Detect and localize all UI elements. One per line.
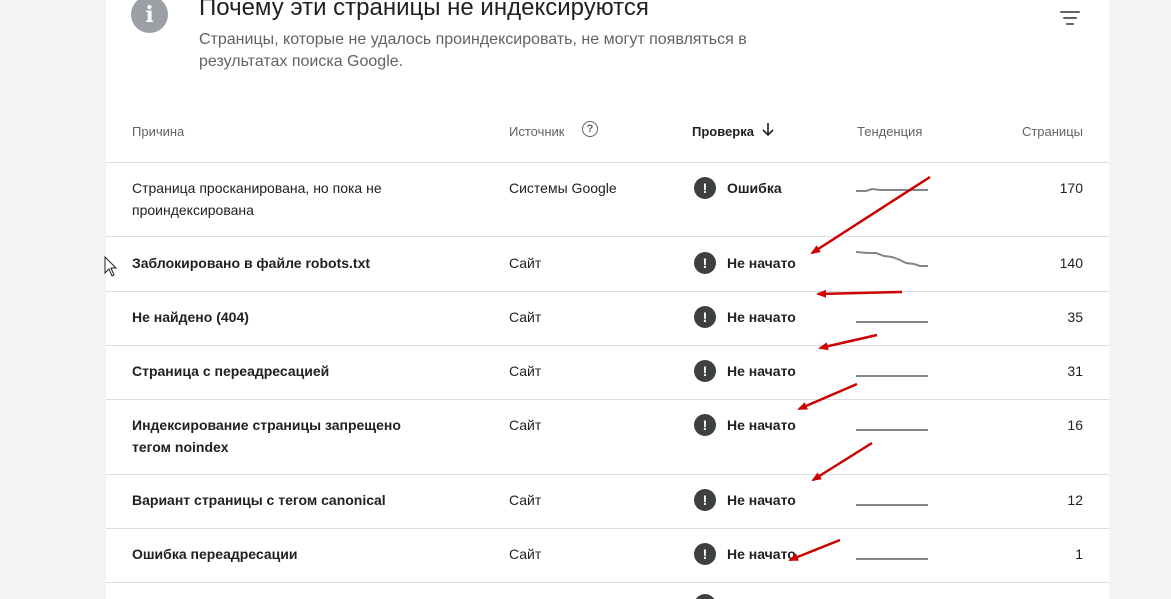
status-text: Не начато [727,492,796,508]
pages-count: 16 [1067,417,1083,433]
alert-icon: ! [694,543,716,565]
mouse-cursor-icon [104,256,118,277]
reason-text: Страница просканирована, но пока не прои… [132,180,382,218]
status-text: Не начато [727,546,796,562]
column-header-source[interactable]: Источник [509,124,565,139]
pages-count: 12 [1067,492,1083,508]
status-text: Не начато [727,255,796,271]
pages-count: 31 [1067,363,1083,379]
table-row[interactable]: Не найдено (404) Сайт ! Не начато 35 [106,292,1109,345]
reason-text: Вариант страницы с тегом canonical [132,492,386,508]
info-icon: i [131,0,168,33]
source-text: Сайт [509,417,542,433]
trend-sparkline [856,321,928,323]
table-row[interactable]: Ошибка переадресации Сайт ! Не начато 1 [106,529,1109,582]
alert-icon: ! [694,306,716,328]
status-text: Не начато [727,417,796,433]
source-text: Сайт [509,492,542,508]
table-row[interactable]: Вариант страницы с тегом canonical Сайт … [106,475,1109,528]
trend-sparkline [856,375,928,377]
reason-text: Ошибка переадресации [132,546,298,562]
status-text: Не начато [727,309,796,325]
filter-icon[interactable] [1054,6,1086,30]
table-row[interactable]: Страница просканирована, но пока не прои… [106,163,1109,236]
source-text: Сайт [509,546,542,562]
page-subtitle: Страницы, которые не удалось проиндексир… [199,31,747,70]
table-row[interactable]: Заблокировано в файле robots.txt Сайт ! … [106,237,1109,291]
status-text: Не начато [727,363,796,379]
help-icon[interactable]: ? [582,121,598,137]
trend-sparkline [856,504,928,506]
status-text: Ошибка [727,180,782,196]
table-row[interactable]: Индексирование страницы запрещено тегом … [106,400,1109,474]
alert-icon: ! [694,360,716,382]
column-header-reason[interactable]: Причина [132,124,184,139]
trend-sparkline [856,251,928,267]
column-header-pages[interactable]: Страницы [1022,124,1083,139]
alert-icon: ! [694,252,716,274]
alert-icon: ! [694,489,716,511]
source-text: Сайт [509,363,542,379]
divider [106,582,1109,583]
reason-text: Индексирование страницы запрещено тегом … [132,417,401,455]
trend-sparkline [856,187,928,192]
pages-count: 140 [1059,255,1083,271]
not-indexed-card: i Почему эти страницы не индексируются С… [106,0,1109,599]
page-title: Почему эти страницы не индексируются [199,0,649,21]
arrow-down-icon[interactable] [761,121,775,137]
alert-icon: ! [694,414,716,436]
column-header-trend[interactable]: Тенденция [857,124,922,139]
pages-count: 35 [1067,309,1083,325]
pages-count: 170 [1059,180,1083,196]
trend-sparkline [856,429,928,431]
error-icon: ! [694,177,716,199]
trend-sparkline [856,558,928,560]
table-row[interactable]: Страница с переадресацией Сайт ! Не нача… [106,346,1109,399]
source-text: Сайт [509,309,542,325]
reason-text: Заблокировано в файле robots.txt [132,255,371,271]
source-text: Сайт [509,255,542,271]
pages-count: 1 [1075,546,1083,562]
source-text: Системы Google [509,180,617,196]
reason-text: Страница с переадресацией [132,363,330,379]
reason-text: Не найдено (404) [132,309,249,325]
alert-icon [694,594,716,599]
column-header-check[interactable]: Проверка [692,124,754,139]
